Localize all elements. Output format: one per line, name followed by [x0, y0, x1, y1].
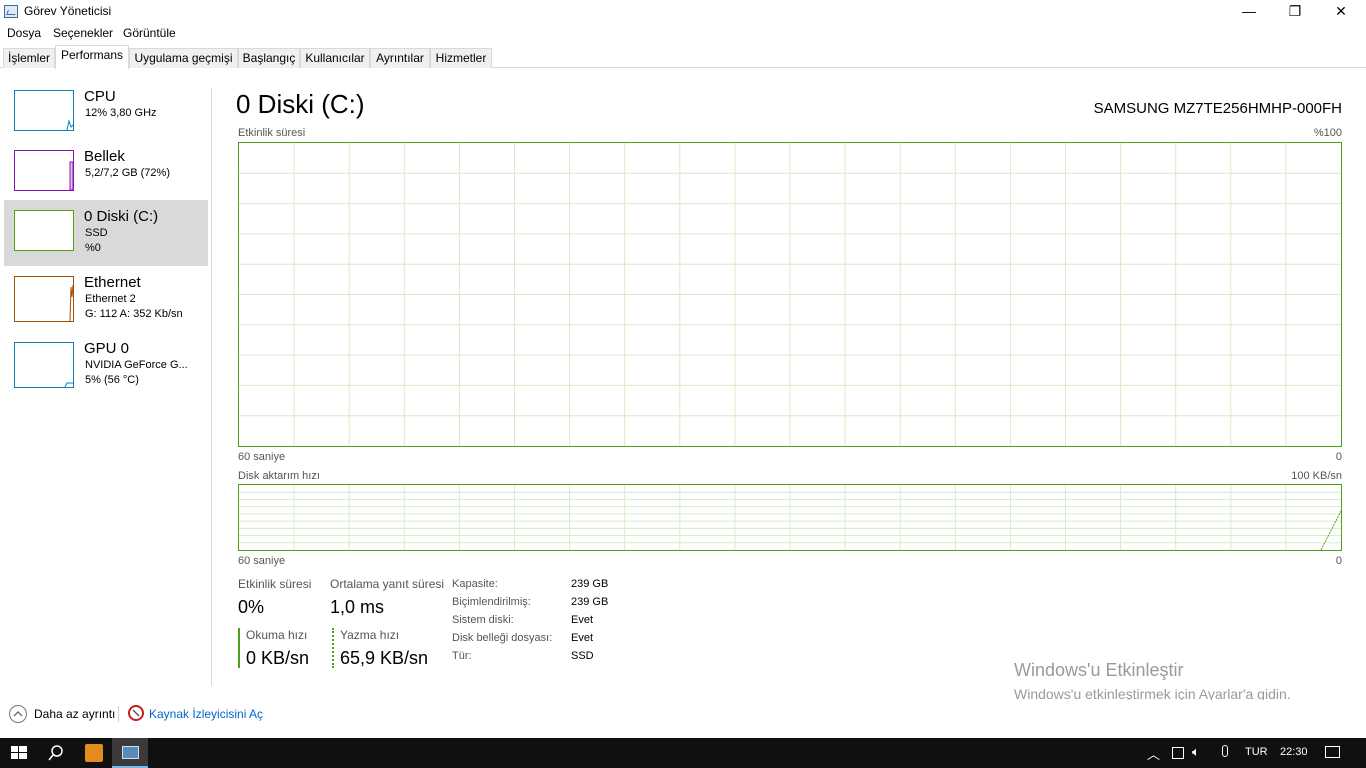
menu-secenekler[interactable]: Seçenekler: [53, 26, 113, 40]
clock[interactable]: 22:30: [1280, 746, 1308, 758]
tab-bar: İşlemler Performans Uygulama geçmişi Baş…: [0, 44, 1366, 69]
resource-monitor-icon: [128, 705, 144, 721]
tab-kullanicilar[interactable]: Kullanıcılar: [300, 48, 370, 68]
read-rate-indicator: [238, 628, 240, 668]
activity-stat-label: Etkinlik süresi: [238, 577, 312, 591]
tab-baslangic[interactable]: Başlangıç: [238, 48, 300, 68]
open-resource-monitor-link[interactable]: Kaynak İzleyicisini Aç: [149, 707, 263, 721]
microphone-icon[interactable]: [1222, 745, 1228, 757]
sidebar-divider: [211, 88, 212, 686]
page-file-value: Evet: [571, 632, 594, 644]
menu-bar: Dosya Seçenekler Görüntüle: [0, 23, 1366, 44]
capacity-value: 239 GB: [571, 578, 609, 590]
disk-model-name: SAMSUNG MZ7TE256HMHP-000FH: [1093, 100, 1342, 117]
transfer-graph-label: Disk aktarım hızı: [238, 470, 320, 482]
sidebar-item-cpu[interactable]: CPU 12% 3,80 GHz: [4, 86, 208, 152]
tab-ayrintilar[interactable]: Ayrıntılar: [370, 48, 430, 68]
response-stat-label: Ortalama yanıt süresi: [330, 577, 445, 591]
menu-goruntule[interactable]: Görüntüle: [123, 26, 176, 40]
action-center-icon[interactable]: [1325, 746, 1340, 758]
disk-type-text: SSD: [85, 227, 108, 239]
tab-performans[interactable]: Performans: [55, 45, 129, 69]
transfer-graph-time-right: 0: [1335, 555, 1342, 567]
activity-graph-label: Etkinlik süresi: [238, 127, 306, 139]
task-manager-icon: [4, 5, 18, 18]
type-label: Tür:: [452, 650, 472, 662]
performance-sidebar: CPU 12% 3,80 GHz Bellek 5,2/7,2 GB (72%)…: [0, 68, 212, 688]
gpu-usage-text: 5% (56 °C): [85, 374, 139, 386]
transfer-graph-time-left: 60 saniye: [238, 555, 286, 567]
activity-stat-value: 0%: [238, 597, 265, 617]
system-disk-value: Evet: [571, 614, 594, 626]
sidebar-item-disk-c[interactable]: 0 Diski (C:) SSD %0: [4, 200, 208, 266]
cpu-thumbnail-graph: [14, 90, 74, 131]
sidebar-item-label: GPU 0: [84, 340, 130, 357]
close-button[interactable]: ✕: [1318, 0, 1364, 23]
sidebar-item-gpu[interactable]: GPU 0 NVIDIA GeForce G... 5% (56 °C): [4, 336, 208, 402]
ethernet-thumbnail-graph: [14, 276, 74, 322]
minimize-button[interactable]: —: [1226, 0, 1272, 23]
footer-divider: [118, 706, 119, 722]
maximize-button[interactable]: ❐: [1272, 0, 1318, 23]
tab-hizmetler[interactable]: Hizmetler: [430, 48, 492, 68]
capacity-label: Kapasite:: [452, 578, 498, 590]
formatted-label: Biçimlendirilmiş:: [452, 596, 531, 608]
speaker-icon[interactable]: 🔈︎: [1192, 744, 1200, 760]
disk-thumbnail-graph: [14, 210, 74, 251]
activity-graph-time-right: 0: [1335, 451, 1342, 463]
write-rate-indicator: [332, 628, 334, 668]
system-disk-label: Sistem diski:: [452, 614, 514, 626]
tab-islemler[interactable]: İşlemler: [3, 48, 55, 68]
activity-time-graph: [238, 142, 1342, 447]
taskbar-app-task-manager[interactable]: [112, 738, 148, 768]
sidebar-item-label: Ethernet: [84, 274, 141, 291]
language-indicator[interactable]: TUR: [1245, 746, 1268, 758]
window-title: Görev Yöneticisi: [24, 4, 112, 18]
disk-usage-text: %0: [85, 242, 101, 254]
chevron-up-icon[interactable]: [9, 705, 27, 723]
search-icon: [48, 745, 63, 761]
taskbar: ︿ 🔈︎ TUR 22:30: [0, 738, 1366, 768]
activity-graph-max: %100: [1313, 127, 1342, 139]
sidebar-item-label: Bellek: [84, 148, 125, 165]
task-manager-taskbar-icon: [122, 746, 139, 759]
gpu-thumbnail-graph: [14, 342, 74, 388]
read-stat-value: 0 KB/sn: [246, 648, 310, 668]
activation-watermark-title: Windows'u Etkinleştir: [1014, 660, 1184, 680]
chevron-up-tray-icon[interactable]: ︿: [1147, 744, 1160, 763]
fewer-details-button[interactable]: Daha az ayrıntı: [34, 707, 115, 721]
menu-dosya[interactable]: Dosya: [7, 26, 41, 40]
start-button[interactable]: [0, 738, 38, 768]
memory-thumbnail-graph: [14, 150, 74, 191]
formatted-value: 239 GB: [571, 596, 609, 608]
memory-usage-text: 5,2/7,2 GB (72%): [85, 167, 170, 179]
title-bar: Görev Yöneticisi — ❐ ✕: [0, 0, 1366, 23]
footer-bar: Daha az ayrıntı Kaynak İzleyicisini Aç: [0, 700, 1366, 738]
page-title: 0 Diski (C:): [236, 89, 365, 119]
transfer-graph-max: 100 KB/sn: [1291, 470, 1342, 482]
read-stat-label: Okuma hızı: [246, 628, 308, 642]
sidebar-item-ethernet[interactable]: Ethernet Ethernet 2 G: 112 A: 352 Kb/sn: [4, 270, 208, 336]
ethernet-adapter-text: Ethernet 2: [85, 293, 136, 305]
taskbar-app-counter-strike[interactable]: [76, 738, 112, 768]
search-button[interactable]: [38, 738, 74, 768]
sidebar-item-label: 0 Diski (C:): [84, 208, 159, 225]
transfer-rate-line: [1320, 510, 1341, 550]
type-value: SSD: [571, 650, 594, 662]
tab-uygulama-gecmisi[interactable]: Uygulama geçmişi: [129, 48, 238, 68]
write-stat-value: 65,9 KB/sn: [340, 648, 429, 668]
network-icon[interactable]: [1172, 747, 1184, 759]
transfer-rate-graph: [238, 484, 1342, 551]
write-stat-label: Yazma hızı: [340, 628, 400, 642]
page-file-label: Disk belleği dosyası:: [452, 632, 553, 644]
response-stat-value: 1,0 ms: [330, 597, 385, 617]
activity-graph-time-left: 60 saniye: [238, 451, 286, 463]
ethernet-throughput-text: G: 112 A: 352 Kb/sn: [85, 308, 183, 320]
sidebar-item-label: CPU: [84, 88, 116, 105]
windows-logo-icon: [11, 746, 27, 759]
game-app-icon: [85, 744, 103, 762]
cpu-usage-text: 12% 3,80 GHz: [85, 107, 157, 119]
gpu-model-text: NVIDIA GeForce G...: [85, 359, 188, 371]
